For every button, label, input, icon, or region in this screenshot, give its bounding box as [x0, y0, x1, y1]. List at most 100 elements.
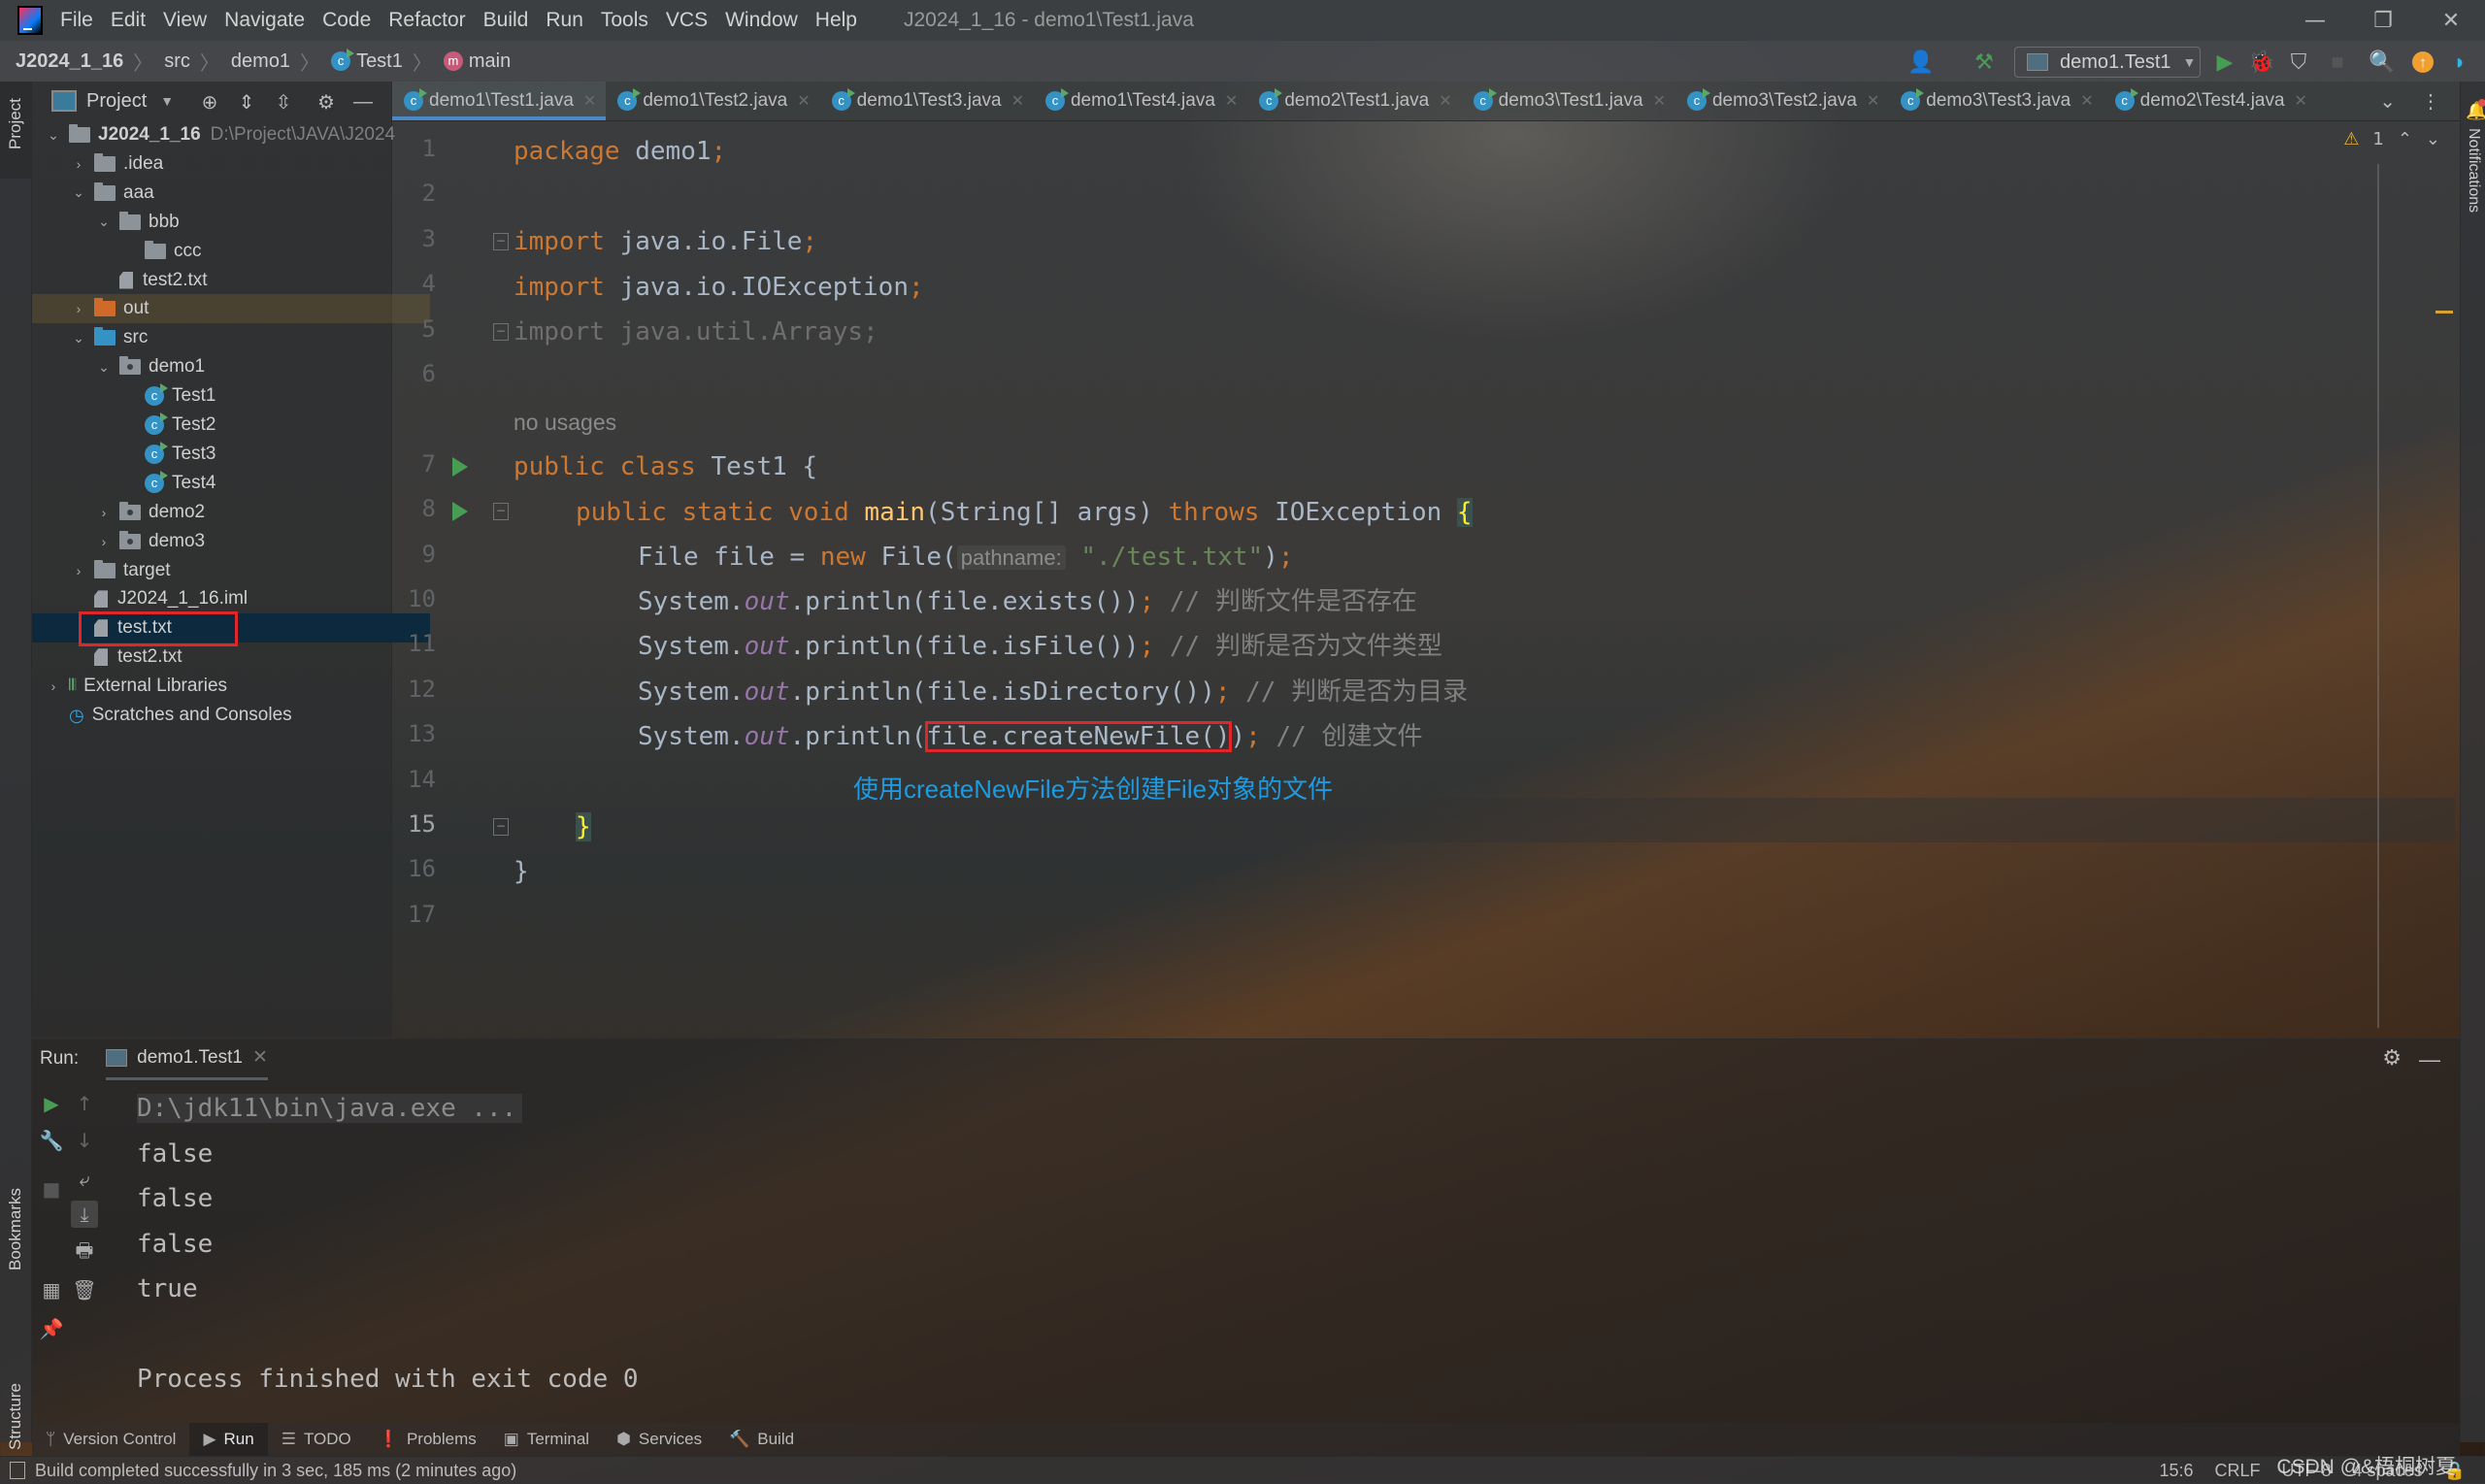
- editor-tab[interactable]: c demo2\Test4.java ✕: [2104, 82, 2317, 120]
- line-number[interactable]: 11: [392, 630, 436, 657]
- update-icon[interactable]: ↑: [2409, 49, 2436, 76]
- chevron-right-icon[interactable]: ›: [96, 505, 112, 520]
- editor-tab[interactable]: c demo1\Test4.java ✕: [1034, 82, 1247, 120]
- next-highlight-icon[interactable]: ⌄: [2426, 129, 2440, 149]
- breadcrumb-demo1[interactable]: demo1: [231, 50, 290, 73]
- tree-item[interactable]: ⌄ aaa: [32, 179, 430, 208]
- close-tab-icon[interactable]: ✕: [1439, 91, 1451, 111]
- restore-button[interactable]: ❐: [2349, 0, 2417, 41]
- menu-tools[interactable]: Tools: [601, 9, 648, 32]
- line-number[interactable]: 8: [392, 495, 436, 522]
- previous-highlight-icon[interactable]: ⌃: [2398, 129, 2412, 149]
- layout-icon[interactable]: ▦: [38, 1276, 65, 1303]
- tool-tab-run[interactable]: ▶ Run: [189, 1423, 268, 1456]
- menu-navigate[interactable]: Navigate: [224, 9, 305, 32]
- editor-tab[interactable]: c demo2\Test1.java ✕: [1247, 82, 1461, 120]
- tool-tab-build[interactable]: 🔨 Build: [715, 1423, 808, 1456]
- no-usages-hint[interactable]: no usages: [514, 400, 616, 445]
- soft-wrap-icon[interactable]: ⤶: [71, 1166, 98, 1193]
- gutter-run-icon[interactable]: [452, 456, 468, 477]
- chevron-right-icon[interactable]: ›: [71, 156, 86, 172]
- caret-position[interactable]: 15:6: [2159, 1461, 2193, 1481]
- editor-tab[interactable]: c demo3\Test1.java ✕: [1462, 82, 1675, 120]
- close-tab-icon[interactable]: ✕: [1225, 91, 1238, 111]
- line-number[interactable]: 7: [392, 450, 436, 478]
- chevron-down-icon[interactable]: ⌄: [71, 330, 86, 346]
- project-view-label[interactable]: Project: [86, 90, 147, 113]
- line-number[interactable]: 17: [392, 901, 436, 928]
- run-configuration-dropdown[interactable]: demo1.Test1 ▼: [2014, 47, 2201, 78]
- tree-item[interactable]: › .idea: [32, 149, 430, 179]
- console-output[interactable]: D:\jdk11\bin\java.exe ... false false fa…: [137, 1086, 639, 1402]
- menu-code[interactable]: Code: [322, 9, 371, 32]
- tree-item[interactable]: J2024_1_16.iml: [32, 584, 430, 613]
- project-tool-tab[interactable]: Project: [6, 98, 25, 149]
- chevron-right-icon[interactable]: ›: [46, 678, 61, 694]
- tool-tab-version-control[interactable]: ᛘ Version Control: [32, 1423, 189, 1456]
- tree-item[interactable]: › out: [32, 294, 430, 324]
- breadcrumb-project[interactable]: J2024_1_16: [16, 50, 123, 73]
- run-tab[interactable]: demo1.Test1 ✕: [106, 1039, 268, 1080]
- bookmarks-tool-tab[interactable]: Bookmarks: [6, 1188, 25, 1270]
- chevron-right-icon[interactable]: ›: [71, 563, 86, 578]
- editor-tab[interactable]: c demo3\Test2.java ✕: [1675, 82, 1889, 120]
- line-number[interactable]: 4: [392, 270, 436, 297]
- chevron-down-icon[interactable]: ⌄: [96, 359, 112, 376]
- line-number[interactable]: 5: [392, 315, 436, 343]
- editor-tab[interactable]: c demo1\Test3.java ✕: [820, 82, 1034, 120]
- close-tab-icon[interactable]: ✕: [2080, 91, 2093, 111]
- print-icon[interactable]: 🖶: [71, 1238, 98, 1267]
- tool-tab-todo[interactable]: ☰ TODO: [268, 1423, 365, 1456]
- chevron-right-icon[interactable]: ›: [71, 301, 86, 316]
- fold-marker-icon[interactable]: −: [493, 818, 509, 836]
- chevron-down-icon[interactable]: ▼: [160, 93, 174, 109]
- expand-all-icon[interactable]: ⇕: [234, 89, 259, 115]
- menu-window[interactable]: Window: [725, 9, 798, 32]
- search-icon[interactable]: 🔍: [2369, 49, 2396, 76]
- breadcrumb-main[interactable]: m main: [443, 50, 511, 73]
- hide-panel-icon[interactable]: —: [350, 89, 376, 115]
- close-tab-icon[interactable]: ✕: [1011, 91, 1024, 111]
- minimize-button[interactable]: —: [2281, 0, 2349, 41]
- structure-tool-tab[interactable]: Structure: [6, 1383, 25, 1450]
- close-tab-icon[interactable]: ✕: [2295, 91, 2307, 111]
- fold-marker-icon[interactable]: −: [493, 232, 509, 250]
- more-vertical-icon[interactable]: ⋮: [2421, 89, 2440, 114]
- close-tab-icon[interactable]: ✕: [1653, 91, 1666, 111]
- line-number[interactable]: 10: [392, 585, 436, 612]
- fold-marker-icon[interactable]: −: [493, 322, 509, 341]
- line-number[interactable]: 2: [392, 180, 436, 207]
- menu-view[interactable]: View: [163, 9, 207, 32]
- hide-panel-icon[interactable]: —: [2419, 1047, 2440, 1072]
- chevron-right-icon[interactable]: ›: [96, 534, 112, 549]
- tree-item[interactable]: ◷ Scratches and Consoles: [32, 701, 405, 730]
- editor-tab[interactable]: c demo3\Test3.java ✕: [1889, 82, 2103, 120]
- menu-refactor[interactable]: Refactor: [388, 9, 465, 32]
- wrench-icon[interactable]: 🔧: [38, 1127, 65, 1154]
- tree-item[interactable]: › target: [32, 556, 430, 585]
- menu-file[interactable]: File: [60, 9, 93, 32]
- gear-icon[interactable]: ⚙: [314, 89, 339, 115]
- line-number[interactable]: 3: [392, 225, 436, 252]
- editor-tab[interactable]: c demo1\Test2.java ✕: [606, 82, 819, 120]
- code-editor[interactable]: 1 2 3 4 5 6 7 8 9 10 11 12 13 14 15 16 17− − − − package de…: [392, 121, 2460, 1036]
- tree-item[interactable]: test2.txt: [32, 643, 430, 672]
- line-number[interactable]: 15: [392, 810, 436, 838]
- tool-tab-terminal[interactable]: ▣ Terminal: [490, 1423, 603, 1456]
- notifications-tool-tab[interactable]: Notifications: [2465, 128, 2482, 213]
- line-number[interactable]: 1: [392, 135, 436, 162]
- close-tab-icon[interactable]: ✕: [1867, 91, 1879, 111]
- editor-tab[interactable]: c demo1\Test1.java ✕: [392, 82, 607, 120]
- trash-icon[interactable]: 🗑: [71, 1276, 98, 1303]
- menu-help[interactable]: Help: [815, 9, 857, 32]
- tree-item[interactable]: › 𝄃𝄃 External Libraries: [32, 672, 405, 701]
- line-number[interactable]: 16: [392, 855, 436, 882]
- stop-icon[interactable]: ■: [38, 1175, 65, 1203]
- line-number[interactable]: 13: [392, 720, 436, 747]
- run-icon[interactable]: ▶: [2211, 49, 2238, 76]
- close-window-button[interactable]: ✕: [2417, 0, 2485, 41]
- chevron-down-icon[interactable]: ⌄: [71, 184, 86, 201]
- console-command-line[interactable]: D:\jdk11\bin\java.exe ...: [137, 1094, 523, 1123]
- gear-icon[interactable]: ⚙: [2382, 1045, 2402, 1071]
- status-toggle-icon[interactable]: [10, 1462, 25, 1479]
